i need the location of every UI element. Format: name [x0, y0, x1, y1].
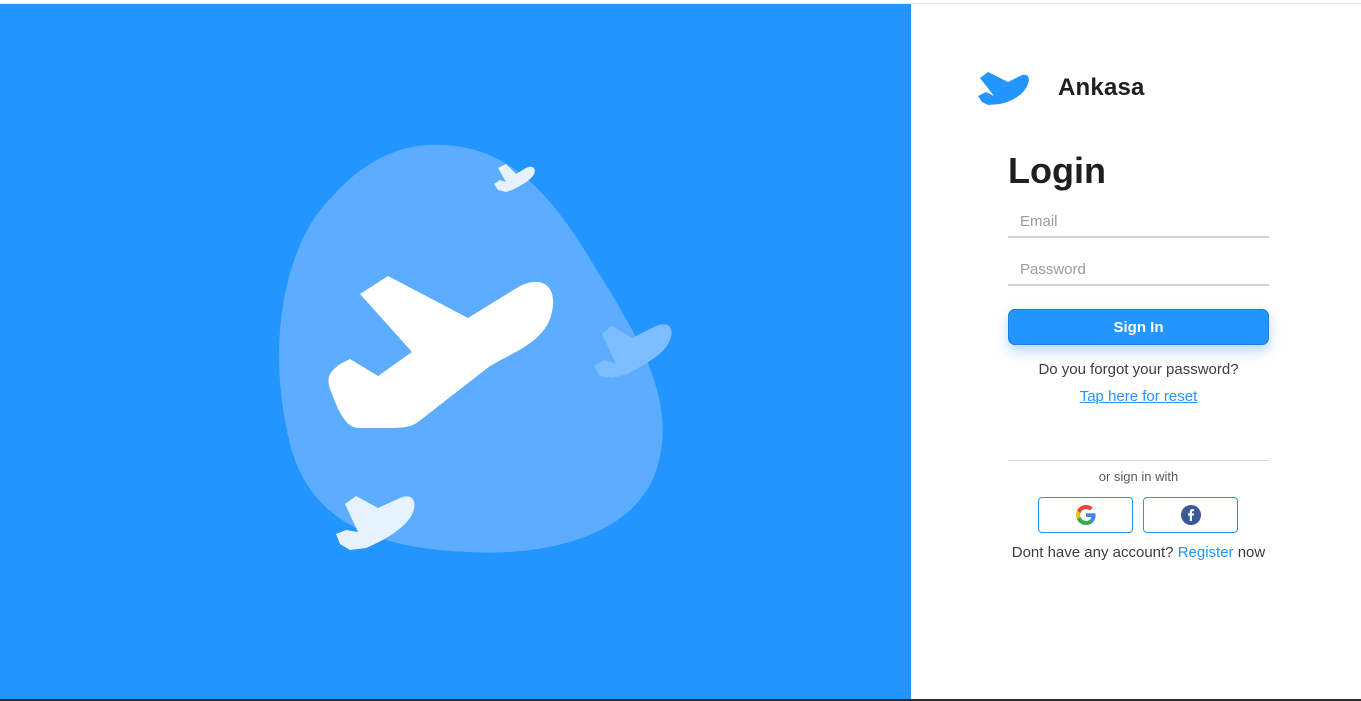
- page-title: Login: [1008, 150, 1106, 191]
- airplane-blob-illustration: [279, 144, 672, 553]
- facebook-icon: [1180, 505, 1201, 525]
- register-link[interactable]: Register: [1178, 544, 1234, 561]
- sign-in-button[interactable]: Sign In: [1008, 309, 1269, 345]
- forgot-password-text: Do you forgot your password?: [1038, 361, 1239, 378]
- password-field[interactable]: [1008, 254, 1269, 286]
- alt-signin-text: or sign in with: [1098, 469, 1179, 484]
- login-page: Ankasa Login Sign In Do you forgot your …: [0, 0, 1361, 701]
- login-panel: Ankasa Login Sign In Do you forgot your …: [911, 4, 1361, 699]
- divider: [1008, 460, 1269, 461]
- google-icon: [1075, 505, 1096, 525]
- brand-name: Ankasa: [1058, 74, 1145, 101]
- email-field[interactable]: [1008, 206, 1269, 238]
- register-line: Dont have any account? Register now: [1008, 544, 1269, 561]
- facebook-signin-button[interactable]: [1143, 497, 1238, 533]
- google-signin-button[interactable]: [1038, 497, 1133, 533]
- plane-icon: [978, 72, 1029, 105]
- brand-header: Ankasa: [978, 70, 1145, 106]
- reset-password-link[interactable]: Tap here for reset: [1008, 388, 1269, 405]
- register-prefix: Dont have any account?: [1011, 544, 1174, 561]
- hero-illustration-panel: [0, 4, 911, 699]
- register-suffix: now: [1237, 544, 1266, 561]
